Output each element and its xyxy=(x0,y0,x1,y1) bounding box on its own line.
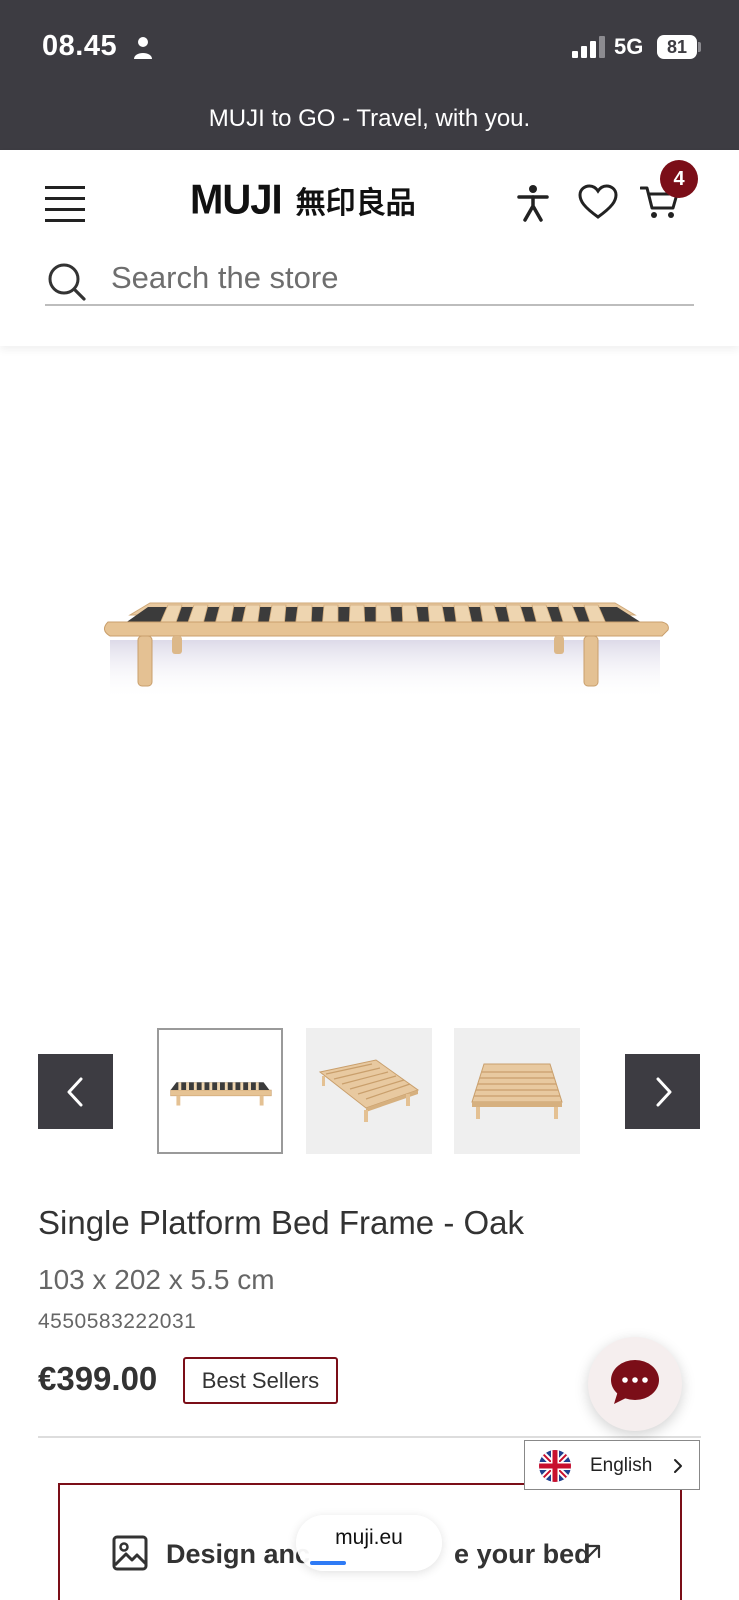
status-bar: 08.45 5G 81 xyxy=(0,0,739,90)
signal-icon xyxy=(572,36,605,58)
carousel-prev-button[interactable] xyxy=(38,1054,113,1129)
bed-side-image xyxy=(170,1082,272,1106)
best-sellers-badge[interactable]: Best Sellers xyxy=(183,1357,338,1404)
logo-latin: MUJI xyxy=(190,176,283,223)
chevron-left-icon xyxy=(67,1077,83,1107)
product-title: Single Platform Bed Frame - Oak xyxy=(38,1204,525,1241)
thumbnail-side-view[interactable] xyxy=(157,1028,283,1154)
thumbnail-front-view[interactable] xyxy=(454,1028,580,1154)
status-time: 08.45 xyxy=(42,30,118,62)
image-icon xyxy=(112,1535,148,1571)
person-icon xyxy=(134,37,152,59)
external-link-arrow-icon xyxy=(581,1544,601,1564)
uk-flag-icon xyxy=(539,1450,571,1482)
search-icon[interactable] xyxy=(47,262,87,302)
chat-button[interactable] xyxy=(588,1337,682,1431)
site-header: MUJI 無印良品 4 xyxy=(0,150,739,346)
search-input[interactable] xyxy=(111,258,671,298)
bed-angled-image xyxy=(318,1059,420,1122)
thumbnail-angled-view[interactable] xyxy=(306,1028,432,1154)
network-label: 5G xyxy=(614,34,644,59)
logo-kanji: 無印良品 xyxy=(295,186,416,221)
promo-banner[interactable]: MUJI to GO - Travel, with you. xyxy=(0,90,739,150)
product-main-image[interactable] xyxy=(90,560,680,720)
accessibility-icon[interactable] xyxy=(516,184,550,222)
muji-logo[interactable]: MUJI 無印良品 xyxy=(190,176,416,223)
design-card-label-end: e your bed xyxy=(454,1539,591,1569)
browser-url: muji.eu xyxy=(335,1526,403,1549)
battery-nub xyxy=(698,42,701,52)
wishlist-heart-icon[interactable] xyxy=(578,184,618,220)
product-price: €399.00 xyxy=(38,1360,158,1397)
browser-url-pill[interactable]: muji.eu xyxy=(296,1515,442,1571)
bed-front-image xyxy=(471,1063,563,1119)
search-bar[interactable] xyxy=(45,250,694,306)
page-load-progress xyxy=(310,1561,346,1565)
carousel-next-button[interactable] xyxy=(625,1054,700,1129)
chevron-right-icon xyxy=(656,1077,672,1107)
hamburger-menu-icon[interactable] xyxy=(45,186,85,222)
language-selector[interactable]: English xyxy=(524,1440,700,1490)
chat-bubble-icon xyxy=(611,1360,659,1404)
design-card-label-start: Design anc xyxy=(166,1539,311,1569)
chevron-right-icon xyxy=(674,1459,682,1473)
section-divider xyxy=(38,1436,701,1438)
product-code: 4550583222031 xyxy=(38,1310,197,1333)
language-label: English xyxy=(590,1455,653,1476)
battery-indicator: 81 xyxy=(657,35,697,59)
cart-count-badge[interactable]: 4 xyxy=(660,160,698,198)
product-dimensions: 103 x 202 x 5.5 cm xyxy=(38,1264,275,1295)
